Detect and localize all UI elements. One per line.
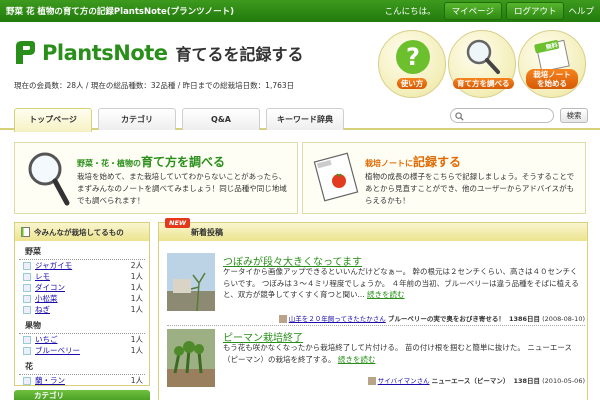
tab-qa[interactable]: Q&A xyxy=(182,108,260,130)
feature-circles: ? 使い方 育て方を調べる 無料 栽培ノートを始める xyxy=(378,30,588,98)
category-flowers: 花 xyxy=(19,356,145,375)
howto-button[interactable]: ? 使い方 xyxy=(378,30,446,98)
magnifier-icon xyxy=(23,147,71,209)
tab-category[interactable]: カテゴリ xyxy=(98,108,176,130)
post-thumbnail[interactable] xyxy=(167,329,215,387)
logo-name: PlantsNote xyxy=(42,41,168,65)
list-item[interactable]: 蘭・ラン 1人 xyxy=(15,375,149,386)
read-more-link[interactable]: 続きを読む xyxy=(367,290,405,299)
promo-research-text: 栽培を始めて、また栽培していてわからないことがあったら、まずみんなのノートを調べ… xyxy=(77,172,287,205)
post-body: ケータイから画像アップできるといいんだけどなぁー。 幹の根元は２センチくらい、高… xyxy=(223,267,579,299)
plant-icon xyxy=(23,346,31,355)
research-label: 育て方を調べる xyxy=(453,78,514,89)
list-item[interactable]: ねぎ 1人 xyxy=(15,304,149,315)
new-posts-header: NEW 新着投稿 xyxy=(159,218,587,241)
plant-icon xyxy=(23,376,31,385)
research-button[interactable]: 育て方を調べる xyxy=(448,30,516,98)
post-item: ピーマン栽培終了 もう花も咲かなくなったから栽培終了して片付ける。 苗の付け根を… xyxy=(167,329,585,399)
category-box-header[interactable]: カテゴリ xyxy=(14,390,150,400)
promo-research-title: 野菜・花・植物の育て方を調べる xyxy=(77,155,226,169)
avatar xyxy=(278,315,287,323)
svg-text:?: ? xyxy=(406,43,420,71)
mypage-button[interactable]: マイページ xyxy=(443,2,502,20)
category-fruits: 果物 xyxy=(19,315,145,334)
list-item[interactable]: ダイコン 1人 xyxy=(15,282,149,293)
howto-label: 使い方 xyxy=(396,78,428,89)
book-icon xyxy=(21,227,30,237)
promo-record-title: 栽培ノートに記録する xyxy=(365,155,462,169)
tab-keyword[interactable]: キーワード辞典 xyxy=(266,108,344,130)
list-item[interactable]: ブルーベリー 1人 xyxy=(15,345,149,356)
question-icon: ? xyxy=(393,37,433,77)
tab-top[interactable]: トップページ xyxy=(14,108,92,132)
list-item[interactable]: いちご 1人 xyxy=(15,334,149,345)
leaf-logo-icon xyxy=(14,40,36,66)
promo-research[interactable]: 野菜・花・植物の育て方を調べる 栽培を始めて、また栽培していてわからないことがあ… xyxy=(14,142,298,214)
post-meta: 山羊を２０年飼ってきたたかさん ブルーベリーの実で奥をおびき寄せる！ 1386日… xyxy=(278,313,585,323)
logout-button[interactable]: ログアウト xyxy=(505,2,565,20)
read-more-link[interactable]: 続きを読む xyxy=(338,355,376,364)
avatar xyxy=(367,377,376,385)
promo-record[interactable]: 栽培ノートに記録する 植物の成長の様子をこちらで記録しましょう。そうすることであ… xyxy=(302,142,586,214)
plant-icon xyxy=(23,294,31,303)
search-icon xyxy=(455,112,464,121)
post-item: つぼみが段々大きくなってます ケータイから画像アップできるといいんだけどなぁー。… xyxy=(167,253,585,323)
site-title[interactable]: 野菜 花 植物の育て方の記録PlantsNote(プランツノート) xyxy=(0,5,385,17)
logo[interactable]: PlantsNote 育てるを記録する xyxy=(14,40,304,66)
magnifier-icon xyxy=(463,37,503,77)
post-body: もう花も咲かなくなったから栽培終了して片付ける。 苗の付け根を掴むと簡単に抜けた… xyxy=(223,343,572,364)
post-meta: サイバイマンさん ニューエース（ピーマン） 138日目 (2010-05-06) xyxy=(367,375,585,385)
plant-icon xyxy=(23,272,31,281)
greeting-text: こんにちは。 xyxy=(384,7,436,17)
growing-now-header: 今みんなが栽培してるもの xyxy=(15,223,149,241)
plant-icon xyxy=(23,305,31,314)
growing-now-box: 今みんなが栽培してるもの 野菜 ジャガイモ 2人 レモ 1人 ダイコン 1人 小松菜 1… xyxy=(14,222,150,386)
search-button[interactable]: 検索 xyxy=(560,108,588,123)
notebook-icon xyxy=(311,147,359,209)
list-item[interactable]: 小松菜 1人 xyxy=(15,293,149,304)
top-bar: 野菜 花 植物の育て方の記録PlantsNote(プランツノート) こんにちは。… xyxy=(0,0,600,22)
search-input[interactable] xyxy=(450,108,554,123)
new-posts-box: NEW 新着投稿 つぼみが段々大きくなってます ケータイから画像アップできるとい… xyxy=(158,218,588,400)
site-stats: 現在の会員数：28人 / 現在の総品種数：32品種 / 昨日までの総栽培日数：1… xyxy=(14,81,295,90)
post-divider xyxy=(167,325,585,326)
start-note-button[interactable]: 無料 栽培ノートを始める xyxy=(518,30,586,98)
list-item[interactable]: レモ 1人 xyxy=(15,271,149,282)
plant-icon xyxy=(23,283,31,292)
new-badge: NEW xyxy=(165,218,191,228)
start-note-label: 栽培ノートを始める xyxy=(526,69,578,89)
promo-record-text: 植物の成長の様子をこちらで記録しましょう。そうすることであとから見直すことができ… xyxy=(365,172,575,205)
plant-icon xyxy=(23,261,31,270)
category-vegetables: 野菜 xyxy=(19,241,145,260)
logo-tagline: 育てるを記録する xyxy=(175,45,304,64)
post-thumbnail[interactable] xyxy=(167,253,215,312)
plant-icon xyxy=(23,335,31,344)
help-link[interactable]: ヘルプ xyxy=(568,5,594,17)
new-posts-title: 新着投稿 xyxy=(191,228,223,237)
list-item[interactable]: ジャガイモ 2人 xyxy=(15,260,149,271)
